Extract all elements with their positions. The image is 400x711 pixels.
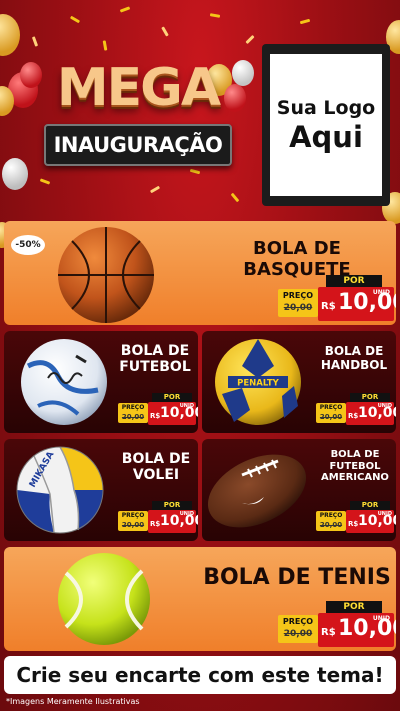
preco-label: PREÇO bbox=[319, 512, 343, 519]
product-name: BOLA DE TENIS bbox=[203, 565, 391, 590]
price-box: R$ 10,00 UNID bbox=[318, 613, 396, 647]
unit-label: UNID bbox=[372, 289, 390, 296]
price-tag: POR PREÇO 20,00 R$ 10,00 UNID bbox=[278, 275, 396, 323]
basketball-image bbox=[58, 227, 154, 323]
product-name: BOLA DE HANDBOL bbox=[320, 344, 388, 372]
old-price-box: PREÇO 20,00 bbox=[316, 403, 346, 423]
old-price: 20,00 bbox=[283, 303, 313, 313]
old-price-box: PREÇO 20,00 bbox=[278, 615, 318, 643]
old-price: 20,00 bbox=[121, 521, 145, 529]
price-box: R$ 10,00 UNID bbox=[346, 402, 396, 425]
price-box: R$ 10,00 UNID bbox=[148, 510, 198, 533]
tennis-ball-image bbox=[58, 553, 150, 645]
preco-label: PREÇO bbox=[121, 404, 145, 411]
price-tag: POR PREÇO 20,00 R$ 10,00 UNID bbox=[316, 393, 396, 425]
svg-text:PENALTY: PENALTY bbox=[237, 379, 280, 389]
preco-label: PREÇO bbox=[282, 291, 314, 300]
old-price-box: PREÇO 20,00 bbox=[118, 511, 148, 531]
product-card-handbol[interactable]: PENALTY BOLA DE HANDBOL POR PREÇO 20,00 … bbox=[202, 331, 396, 433]
price-box: R$ 10,00 UNID bbox=[346, 510, 396, 533]
currency: R$ bbox=[150, 412, 161, 420]
old-price: 20,00 bbox=[283, 629, 313, 639]
soccer-ball-image bbox=[21, 339, 107, 425]
por-label: POR bbox=[326, 275, 382, 287]
product-card-futebol[interactable]: BOLA DE FUTEBOL POR PREÇO 20,00 R$ 10,00… bbox=[4, 331, 198, 433]
old-price-box: PREÇO 20,00 bbox=[316, 511, 346, 531]
currency: R$ bbox=[321, 627, 336, 638]
product-card-volei[interactable]: MIKASA BOLA DE VOLEI POR PREÇO 20,00 R$ … bbox=[4, 439, 198, 541]
price-box: R$ 10,00 UNID bbox=[148, 402, 198, 425]
por-label: POR bbox=[350, 501, 390, 510]
american-football-image bbox=[207, 454, 307, 528]
currency: R$ bbox=[150, 520, 161, 528]
por-label: POR bbox=[152, 393, 192, 402]
old-price-box: PREÇO 20,00 bbox=[278, 289, 318, 317]
price-tag: POR PREÇO 20,00 R$ 10,00 UNID bbox=[316, 501, 396, 533]
currency: R$ bbox=[348, 412, 359, 420]
product-card-basquete[interactable]: -50% BOLA DE BASQUETE POR PREÇO 20,00 R$… bbox=[4, 221, 396, 325]
product-name: BOLA DE FUTEBOL AMERICANO bbox=[321, 449, 389, 483]
por-label: POR bbox=[152, 501, 192, 510]
currency: R$ bbox=[348, 520, 359, 528]
product-name: BOLA DE VOLEI bbox=[121, 451, 191, 484]
title-mega: MEGA bbox=[56, 58, 221, 118]
currency: R$ bbox=[321, 301, 336, 312]
unit-label: UNID bbox=[377, 403, 392, 409]
volleyball-image: MIKASA bbox=[16, 446, 104, 534]
discount-badge: -50% bbox=[11, 235, 45, 255]
price-tag: POR PREÇO 20,00 R$ 10,00 UNID bbox=[118, 501, 198, 533]
title-inauguracao: INAUGURAÇÃO bbox=[44, 124, 232, 166]
price-box: R$ 10,00 UNID bbox=[318, 287, 396, 321]
product-card-futebol-americano[interactable]: BOLA DE FUTEBOL AMERICANO POR PREÇO 20,0… bbox=[202, 439, 396, 541]
product-name: BOLA DE FUTEBOL bbox=[119, 343, 191, 376]
cta-banner[interactable]: Crie seu encarte com este tema! bbox=[4, 656, 396, 694]
product-card-tenis[interactable]: BOLA DE TENIS POR PREÇO 20,00 R$ 10,00 U… bbox=[4, 547, 396, 651]
por-label: POR bbox=[350, 393, 390, 402]
por-label: POR bbox=[326, 601, 382, 613]
preco-label: PREÇO bbox=[121, 512, 145, 519]
preco-label: PREÇO bbox=[282, 617, 314, 626]
unit-label: UNID bbox=[179, 403, 194, 409]
old-price: 20,00 bbox=[121, 413, 145, 421]
handball-image: PENALTY bbox=[215, 339, 301, 425]
unit-label: UNID bbox=[372, 615, 390, 622]
unit-label: UNID bbox=[179, 511, 194, 517]
logo-text-line1: Sua Logo bbox=[276, 97, 376, 119]
old-price: 20,00 bbox=[319, 413, 343, 421]
old-price-box: PREÇO 20,00 bbox=[118, 403, 148, 423]
logo-placeholder-inner: Sua Logo Aqui bbox=[270, 54, 382, 196]
price-tag: POR PREÇO 20,00 R$ 10,00 UNID bbox=[278, 601, 396, 649]
unit-label: UNID bbox=[377, 511, 392, 517]
logo-text-line2: Aqui bbox=[289, 120, 363, 154]
disclaimer-text: *Imagens Meramente Ilustrativas bbox=[6, 697, 140, 706]
old-price: 20,00 bbox=[319, 521, 343, 529]
price-tag: POR PREÇO 20,00 R$ 10,00 UNID bbox=[118, 393, 198, 425]
preco-label: PREÇO bbox=[319, 404, 343, 411]
logo-placeholder[interactable]: Sua Logo Aqui bbox=[262, 44, 390, 206]
